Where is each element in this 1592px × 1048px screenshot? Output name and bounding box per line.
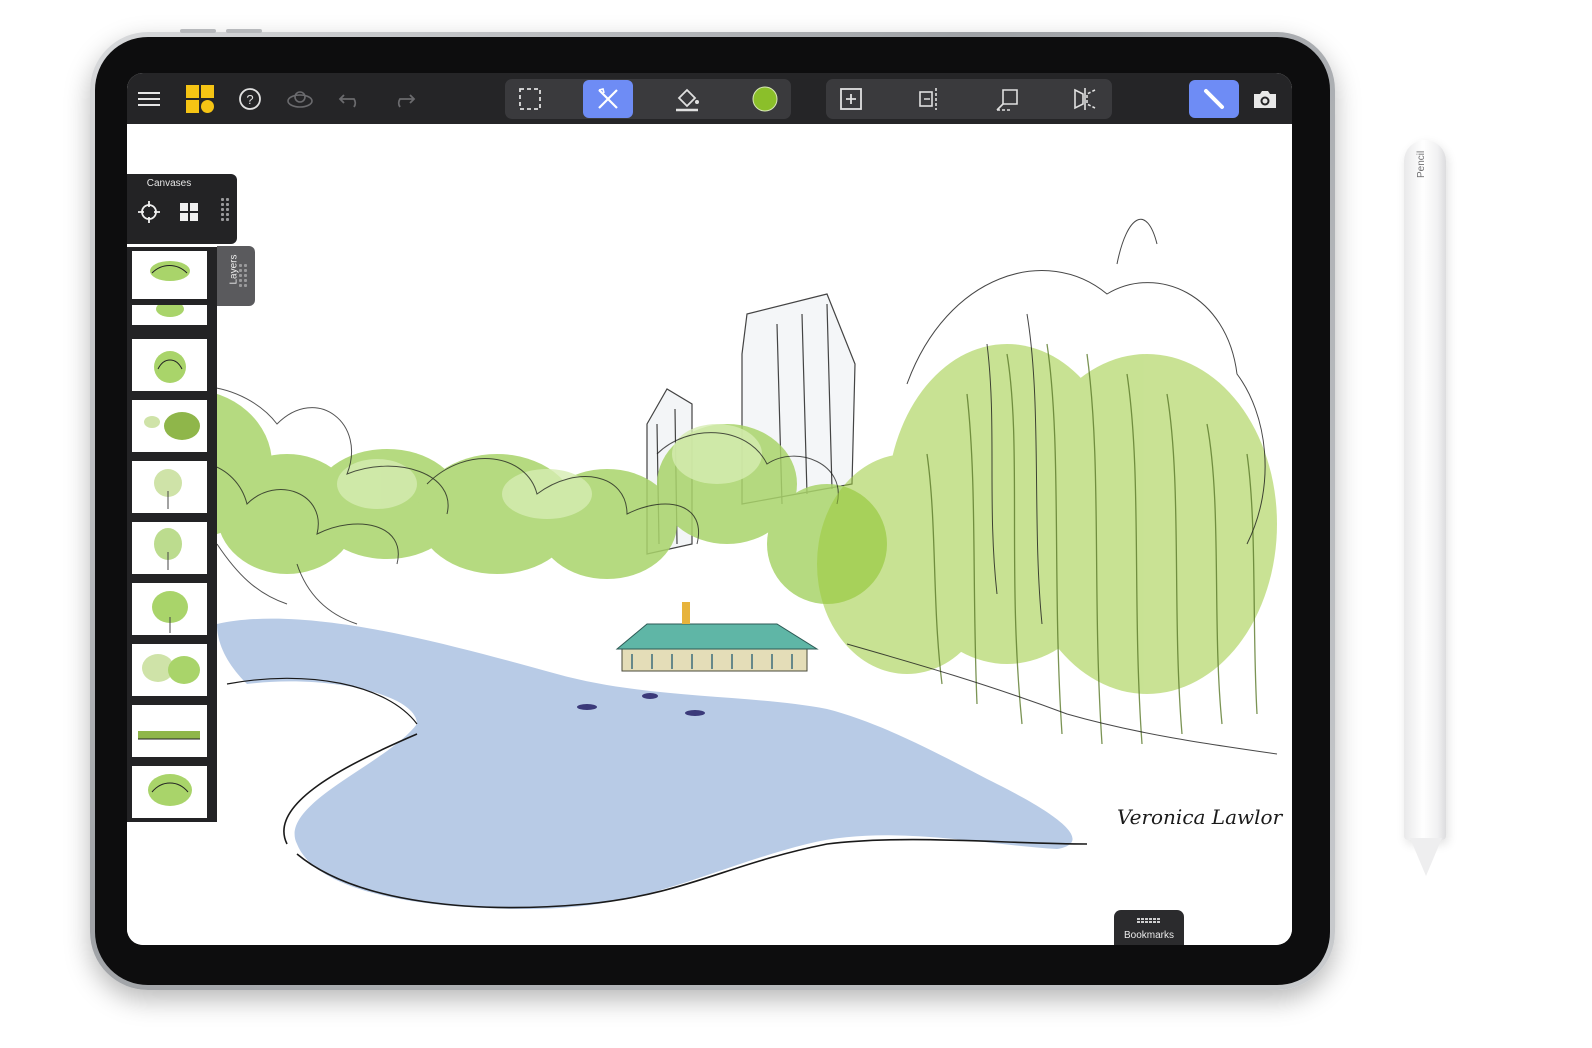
layers-tab[interactable]: Layers xyxy=(217,246,255,306)
drag-handle-icon[interactable] xyxy=(221,198,229,221)
apple-pencil-tip xyxy=(1410,838,1442,876)
canvas-thumbnail[interactable] xyxy=(132,583,207,635)
canvas-thumbnail[interactable] xyxy=(132,339,207,391)
color-swatch[interactable] xyxy=(747,81,783,117)
help-icon[interactable]: ? xyxy=(232,81,268,117)
volume-button xyxy=(226,29,262,33)
grid-view-icon[interactable] xyxy=(177,200,201,224)
canvas-thumbnail[interactable] xyxy=(132,644,207,696)
sketch-artwork: Veronica Lawlor xyxy=(127,219,1284,909)
canvas-thumbnail[interactable] xyxy=(132,461,207,513)
bookmarks-tab[interactable]: Bookmarks xyxy=(1114,910,1184,945)
stabilizer-icon[interactable] xyxy=(282,81,318,117)
apple-pencil-label: Pencil xyxy=(1416,150,1427,178)
ruler-icon[interactable] xyxy=(911,81,947,117)
canvas-thumbnail[interactable] xyxy=(132,251,207,299)
drag-handle-icon[interactable] xyxy=(239,264,247,287)
menu-icon[interactable] xyxy=(131,81,167,117)
freehand-tools-icon[interactable] xyxy=(583,80,633,118)
svg-text:?: ? xyxy=(246,92,253,107)
grip-icon xyxy=(1137,918,1160,923)
apple-pencil xyxy=(1404,140,1446,840)
undo-icon[interactable] xyxy=(333,81,369,117)
volume-button xyxy=(180,29,216,33)
canvas-thumbnail[interactable] xyxy=(132,705,207,757)
bookmarks-label: Bookmarks xyxy=(1123,930,1174,941)
target-icon[interactable] xyxy=(137,200,161,224)
canvas-thumbnail[interactable] xyxy=(132,305,207,325)
app-screen: ? Veronica Lawlor Bookmarks Canvases Lay… xyxy=(127,73,1292,945)
top-toolbar: ? xyxy=(127,73,1292,124)
selection-icon[interactable] xyxy=(512,81,548,117)
layers-label: Layers xyxy=(228,254,240,285)
canvas-thumbnail[interactable] xyxy=(132,400,207,452)
canvases-title: Canvases xyxy=(146,178,192,189)
app-grid-icon[interactable] xyxy=(182,81,218,117)
pencil-mode-icon[interactable] xyxy=(1189,80,1239,118)
camera-icon[interactable] xyxy=(1247,81,1283,117)
perspective-icon[interactable] xyxy=(989,81,1025,117)
canvases-panel: Canvases xyxy=(127,174,237,244)
fill-bucket-icon[interactable] xyxy=(669,81,705,117)
canvas-thumbnail[interactable] xyxy=(132,522,207,574)
add-canvas-icon[interactable] xyxy=(833,81,869,117)
artist-signature: Veronica Lawlor xyxy=(1117,805,1284,829)
canvas-thumbnail[interactable] xyxy=(132,766,207,818)
canvas-thumbnails xyxy=(127,247,217,822)
symmetry-icon[interactable] xyxy=(1067,81,1103,117)
drawing-canvas[interactable]: Veronica Lawlor Bookmarks xyxy=(127,124,1292,945)
redo-icon[interactable] xyxy=(385,81,421,117)
